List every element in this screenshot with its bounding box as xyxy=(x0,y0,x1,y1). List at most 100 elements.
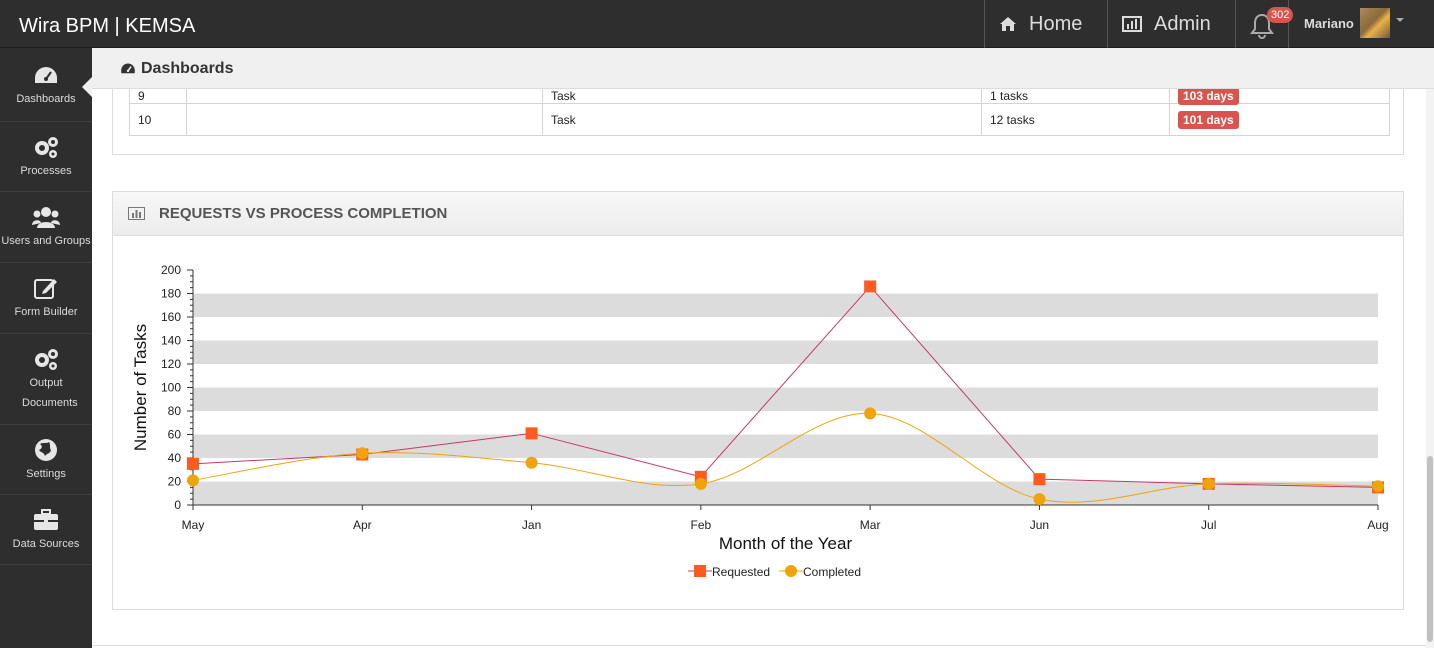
scrollbar-thumb[interactable] xyxy=(1427,456,1433,642)
home-icon xyxy=(1000,17,1016,31)
grid-band xyxy=(193,434,1378,458)
dashboard-icon xyxy=(121,63,135,74)
notification-count-badge: 302 xyxy=(1267,7,1294,23)
user-name: Mariano xyxy=(1304,16,1354,31)
dashboard-icon xyxy=(35,67,57,83)
gears-icon xyxy=(35,349,58,370)
chart-panel-title: REQUESTS VS PROCESS COMPLETION xyxy=(159,205,448,222)
legend-label: Requested xyxy=(712,565,770,579)
data-point-completed xyxy=(1372,480,1384,493)
task-count: 1 tasks xyxy=(981,88,1170,104)
sidebar-item-settings[interactable]: Settings xyxy=(0,425,92,495)
grid-band xyxy=(193,293,1378,317)
task-name xyxy=(186,103,543,136)
nav-admin-label: Admin xyxy=(1154,12,1211,35)
y-tick-label: 180 xyxy=(161,287,181,301)
task-type: Task xyxy=(542,103,982,136)
grid-band xyxy=(193,481,1378,505)
briefcase-icon xyxy=(34,509,58,530)
data-point-completed xyxy=(1033,493,1046,506)
x-axis-label: Month of the Year xyxy=(719,534,853,553)
x-tick-label: Jul xyxy=(1201,518,1216,532)
table-row[interactable]: 9 Task 1 tasks 103 days xyxy=(129,87,1390,105)
data-point-completed xyxy=(694,477,707,490)
x-tick-label: Feb xyxy=(691,518,712,532)
active-pointer xyxy=(82,77,92,97)
globe-icon xyxy=(35,439,57,461)
sidebar-item-output-documents[interactable]: Output Documents xyxy=(0,334,92,425)
grid-band xyxy=(193,387,1378,411)
x-tick-label: Mar xyxy=(860,518,881,532)
y-tick-label: 140 xyxy=(161,334,181,348)
data-point-completed xyxy=(864,407,877,420)
sidebar-item-users-and-groups[interactable]: Users and Groups xyxy=(0,192,92,263)
sidebar-item-label: Form Builder xyxy=(14,306,78,318)
y-tick-label: 100 xyxy=(161,381,181,395)
age-badge: 101 days xyxy=(1178,110,1239,129)
x-tick-label: May xyxy=(182,518,205,532)
page-title: Dashboards xyxy=(141,60,234,77)
users-icon xyxy=(32,207,60,228)
user-menu[interactable]: Mariano xyxy=(1304,8,1404,38)
data-point-requested xyxy=(1033,473,1046,486)
chevron-down-icon xyxy=(1395,18,1404,22)
sidebar-item-label: Users and Groups xyxy=(1,235,91,247)
y-tick-label: 0 xyxy=(174,498,181,512)
data-point-completed xyxy=(1202,477,1215,490)
legend-marker xyxy=(785,565,797,577)
sidebar: Dashboards Processes Users and Groups Fo… xyxy=(0,48,92,648)
legend-marker xyxy=(694,565,706,577)
sidebar-item-label: Settings xyxy=(26,468,66,480)
avatar xyxy=(1359,8,1390,38)
y-axis-label: Number of Tasks xyxy=(131,324,150,451)
sidebar-item-data-sources[interactable]: Data Sources xyxy=(0,495,92,565)
row-number: 10 xyxy=(129,103,187,136)
tasks-table: 9 Task 1 tasks 103 days 10 Task 12 tasks… xyxy=(129,87,1390,136)
divider xyxy=(92,645,1426,646)
gears-icon xyxy=(35,137,58,158)
chart-panel-header: REQUESTS VS PROCESS COMPLETION xyxy=(113,192,1403,236)
y-tick-label: 80 xyxy=(168,404,182,418)
top-navbar: Wira BPM | KEMSA Home Admin 302 Mariano xyxy=(0,0,1434,48)
y-tick-label: 200 xyxy=(161,263,181,277)
task-type: Task xyxy=(542,88,982,104)
sidebar-item-form-builder[interactable]: Form Builder xyxy=(0,263,92,334)
page-header: Dashboards xyxy=(92,48,1434,89)
legend-item-completed: Completed xyxy=(779,565,861,579)
row-number: 9 xyxy=(129,88,187,104)
legend-label: Completed xyxy=(803,565,861,579)
sidebar-item-label: Processes xyxy=(20,165,72,177)
nav-admin[interactable]: Admin xyxy=(1107,0,1235,48)
nav-home[interactable]: Home xyxy=(984,0,1108,48)
app-title[interactable]: Wira BPM | KEMSA xyxy=(19,15,195,38)
y-tick-label: 60 xyxy=(168,428,182,442)
x-tick-label: Aug xyxy=(1367,518,1388,532)
task-count: 12 tasks xyxy=(981,103,1170,136)
nav-home-label: Home xyxy=(1029,12,1083,35)
y-tick-label: 160 xyxy=(161,310,181,324)
x-tick-label: Apr xyxy=(353,518,372,532)
data-point-requested xyxy=(187,457,199,470)
x-tick-label: Jan xyxy=(522,518,541,532)
line-chart: 0 20 40 60 80 100 120 140 160 180 200 May Apr Jan Feb M… xyxy=(131,263,1389,579)
table-row[interactable]: 10 Task 12 tasks 101 days xyxy=(129,103,1390,136)
y-tick-label: 120 xyxy=(161,357,181,371)
data-point-requested xyxy=(864,280,877,293)
sidebar-item-processes[interactable]: Processes xyxy=(0,122,92,192)
main-content: 9 Task 1 tasks 103 days 10 Task 12 tasks… xyxy=(92,48,1426,648)
x-tick-label: Jun xyxy=(1030,518,1049,532)
bar-chart-icon xyxy=(1122,16,1142,32)
sidebar-item-dashboards[interactable]: Dashboards xyxy=(0,48,92,122)
chart-panel: REQUESTS VS PROCESS COMPLETION 0 20 40 60 80… xyxy=(112,191,1404,610)
data-point-completed xyxy=(356,447,369,460)
sidebar-item-label: Dashboards xyxy=(16,93,76,105)
data-point-completed xyxy=(525,456,538,469)
y-tick-label: 40 xyxy=(168,451,182,465)
y-tick-label: 20 xyxy=(168,475,182,489)
sidebar-item-label: Output Documents xyxy=(22,377,78,409)
sidebar-item-label: Data Sources xyxy=(12,538,80,550)
data-point-requested xyxy=(525,427,538,440)
legend-item-requested: Requested xyxy=(688,565,770,579)
grid-band xyxy=(193,340,1378,364)
edit-icon xyxy=(34,279,57,299)
